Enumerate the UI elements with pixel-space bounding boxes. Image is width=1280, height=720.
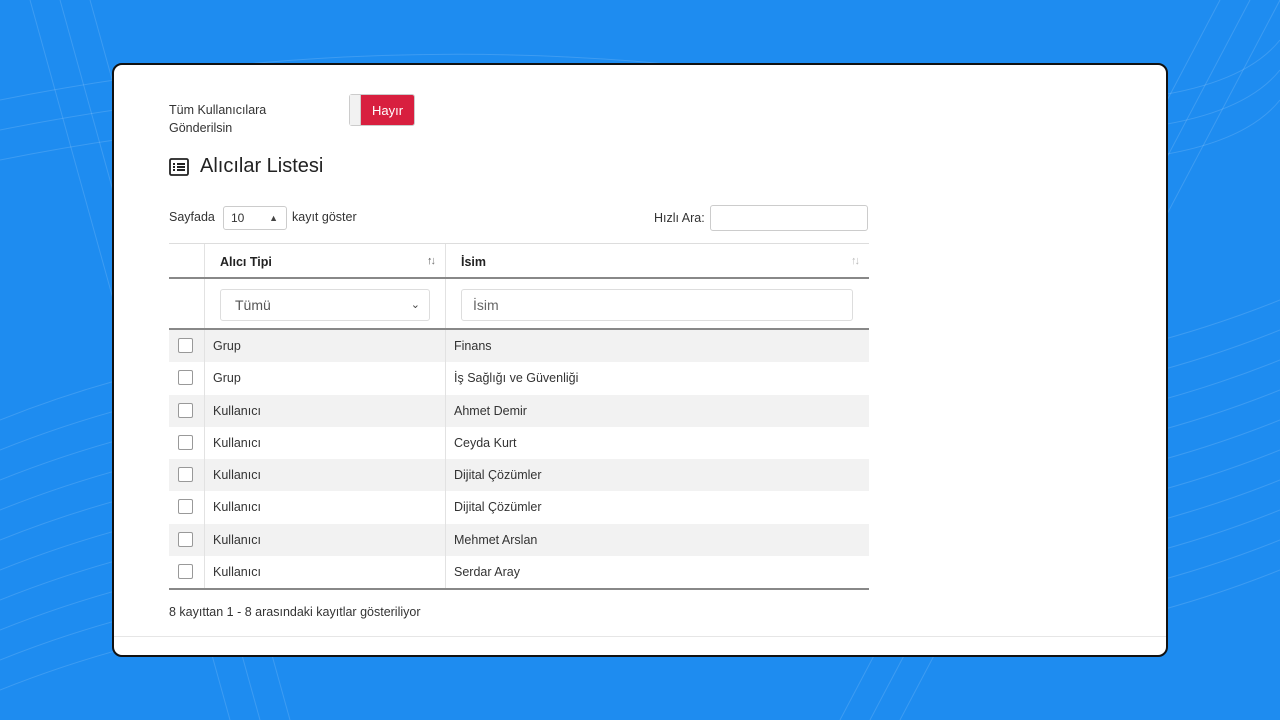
table-row[interactable]: Kullanıcı Mehmet Arslan: [169, 523, 869, 557]
filter-select-value: Tümü: [235, 297, 271, 313]
filter-row: Tümü ⌄ İsim: [169, 279, 869, 330]
recipient-type-filter-select[interactable]: Tümü ⌄: [220, 289, 430, 321]
row-checkbox[interactable]: [178, 338, 193, 353]
row-checkbox[interactable]: [178, 370, 193, 386]
recipients-table: Alıcı Tipi ↑↓ İsim ↑↓ Tümü ⌄ İsim Grup F…: [169, 243, 869, 591]
column-header-label: İsim: [461, 255, 487, 269]
column-header-name[interactable]: İsim: [461, 244, 841, 278]
footer-divider: [114, 636, 1166, 637]
recipient-name-cell: Serdar Aray: [454, 565, 521, 580]
recipient-type-cell: Kullanıcı: [213, 500, 261, 515]
column-divider: [445, 556, 446, 589]
column-divider: [204, 330, 205, 363]
column-divider: [445, 523, 446, 557]
recipient-name-cell: Finans: [454, 339, 492, 353]
column-divider: [204, 279, 205, 328]
row-checkbox[interactable]: [178, 434, 193, 450]
recipient-name-cell: Ceyda Kurt: [454, 435, 517, 450]
column-header-label: Alıcı Tipi: [220, 255, 272, 269]
table-row[interactable]: Kullanıcı Ahmet Demir: [169, 394, 869, 427]
table-body: Grup Finans Grup İş Sağlığı ve Güvenliği…: [169, 330, 869, 591]
column-divider: [204, 426, 205, 460]
name-filter-input[interactable]: İsim: [461, 289, 853, 321]
column-divider: [445, 394, 446, 427]
row-checkbox[interactable]: [178, 402, 193, 418]
recipient-name-cell: Mehmet Arslan: [454, 532, 538, 547]
sort-ascending-icon[interactable]: ↑↓: [427, 255, 436, 267]
column-divider: [445, 362, 446, 395]
send-to-all-users-toggle[interactable]: Hayır: [349, 94, 415, 126]
table-header: Alıcı Tipi ↑↓ İsim ↑↓: [169, 243, 869, 279]
recipient-type-cell: Kullanıcı: [213, 435, 261, 450]
recipient-type-cell: Grup: [213, 371, 241, 386]
recipient-type-cell: Kullanıcı: [213, 532, 261, 547]
column-divider: [445, 491, 446, 524]
row-checkbox[interactable]: [178, 564, 193, 580]
recipient-type-cell: Kullanıcı: [213, 565, 261, 580]
column-divider: [445, 330, 446, 363]
column-divider: [204, 459, 205, 492]
toggle-value: Hayır: [361, 95, 414, 125]
table-row[interactable]: Kullanıcı Serdar Aray: [169, 556, 869, 589]
column-divider: [445, 279, 446, 328]
toggle-label-line-1: Tüm Kullanıcılara: [169, 103, 267, 117]
column-divider: [204, 362, 205, 395]
main-panel: Tüm Kullanıcılara Gönderilsin Hayır Alıc…: [112, 63, 1168, 657]
list-icon: [169, 158, 189, 176]
column-divider: [445, 244, 446, 277]
table-row[interactable]: Grup İş Sağlığı ve Güvenliği: [169, 362, 869, 395]
send-to-all-users-label: Tüm Kullanıcılara Gönderilsin: [169, 101, 329, 137]
table-row[interactable]: Grup Finans: [169, 330, 869, 363]
column-divider: [204, 244, 205, 277]
quick-search-label: Hızlı Ara:: [654, 211, 705, 225]
page-length-suffix: kayıt göster: [292, 210, 357, 224]
row-checkbox[interactable]: [178, 531, 193, 547]
sort-neutral-icon[interactable]: ↑↓: [851, 255, 860, 267]
page-length-value: 10: [231, 211, 245, 225]
column-divider: [204, 523, 205, 557]
row-checkbox[interactable]: [178, 499, 193, 515]
page-length-select[interactable]: 10 ▲: [223, 206, 287, 230]
quick-search-input[interactable]: [710, 205, 868, 231]
toggle-knob: [350, 95, 361, 125]
table-row[interactable]: Kullanıcı Ceyda Kurt: [169, 426, 869, 460]
recipient-name-cell: Dijital Çözümler: [454, 500, 542, 515]
row-checkbox[interactable]: [178, 467, 193, 483]
column-divider: [204, 394, 205, 427]
column-divider: [204, 491, 205, 524]
table-info: 8 kayıttan 1 - 8 arasındaki kayıtlar gös…: [169, 605, 421, 619]
table-row[interactable]: Kullanıcı Dijital Çözümler: [169, 459, 869, 492]
recipient-type-cell: Kullanıcı: [213, 403, 261, 418]
column-divider: [445, 426, 446, 460]
chevron-down-icon: ⌄: [410, 299, 420, 311]
recipient-name-cell: Dijital Çözümler: [454, 468, 542, 483]
column-header-recipient-type[interactable]: Alıcı Tipi: [220, 244, 440, 278]
page-title: Alıcılar Listesi: [200, 155, 324, 177]
recipient-type-cell: Grup: [213, 339, 241, 353]
column-divider: [204, 556, 205, 589]
table-row[interactable]: Kullanıcı Dijital Çözümler: [169, 491, 869, 524]
updown-arrows-icon: ▲: [269, 213, 278, 223]
column-divider: [445, 459, 446, 492]
recipient-name-cell: Ahmet Demir: [454, 403, 527, 418]
page-length-prefix: Sayfada: [169, 210, 215, 224]
recipient-name-cell: İş Sağlığı ve Güvenliği: [454, 371, 579, 386]
toggle-label-line-2: Gönderilsin: [169, 121, 233, 135]
recipient-type-cell: Kullanıcı: [213, 468, 261, 483]
